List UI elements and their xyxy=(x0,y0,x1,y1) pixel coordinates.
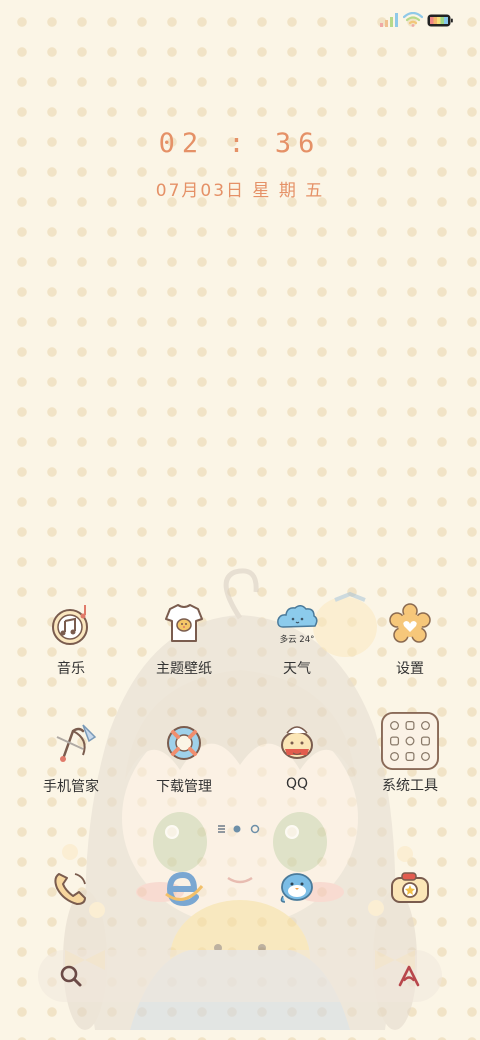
app-label: QQ xyxy=(285,776,309,792)
app-music[interactable]: 音乐 xyxy=(21,597,121,678)
page-indicator[interactable] xyxy=(217,822,263,836)
battery-icon xyxy=(427,14,453,27)
app-label: 主题壁纸 xyxy=(156,661,212,677)
app-theme-wallpaper[interactable]: 主题壁纸 xyxy=(134,597,234,678)
app-label: 设置 xyxy=(396,661,424,677)
app-phone-manager[interactable]: 手机管家 xyxy=(21,715,121,796)
page-dot xyxy=(250,824,260,834)
phone-icon xyxy=(54,873,86,905)
weather-readout: 多云 24° xyxy=(280,634,315,645)
app-settings[interactable]: 设置 xyxy=(360,597,460,678)
page-dot xyxy=(233,825,241,833)
app-system-tools[interactable]: 系统工具 xyxy=(360,712,460,795)
app-label: 音乐 xyxy=(57,661,85,677)
browser-icon xyxy=(165,871,204,907)
wifi-icon xyxy=(403,12,423,27)
qq-icon xyxy=(281,726,313,759)
dock-app-messages[interactable] xyxy=(247,860,347,916)
assistant-icon[interactable] xyxy=(396,963,422,989)
system-tools-folder-icon xyxy=(381,712,439,770)
signal-icon xyxy=(380,13,398,27)
camera-icon xyxy=(391,872,429,903)
clock-time: 02 : 36 xyxy=(158,128,322,159)
app-label: 系统工具 xyxy=(382,778,438,794)
messages-icon xyxy=(280,873,313,903)
weather-icon: 多云 24° xyxy=(277,605,318,645)
phone-manager-icon xyxy=(56,724,97,762)
menu-lines-icon xyxy=(218,825,225,833)
app-download-manager[interactable]: 下载管理 xyxy=(134,715,234,796)
dock-app-browser[interactable] xyxy=(134,860,234,916)
search-icon[interactable] xyxy=(58,963,84,989)
dock-app-camera[interactable] xyxy=(360,860,460,916)
settings-icon xyxy=(389,603,431,643)
dock-app-phone[interactable] xyxy=(21,860,121,916)
theme-wallpaper-icon xyxy=(165,604,203,642)
app-label: 手机管家 xyxy=(43,779,99,795)
search-dock[interactable] xyxy=(38,950,442,1002)
app-label: 天气 xyxy=(283,661,311,677)
download-manager-icon xyxy=(167,726,201,760)
status-bar xyxy=(0,0,480,42)
app-qq[interactable]: QQ xyxy=(247,715,347,792)
app-weather[interactable]: 多云 24° 天气 xyxy=(247,597,347,678)
music-icon xyxy=(52,605,88,645)
app-label: 下载管理 xyxy=(156,779,212,795)
clock-date: 07月03日 星 期 五 xyxy=(155,181,325,201)
